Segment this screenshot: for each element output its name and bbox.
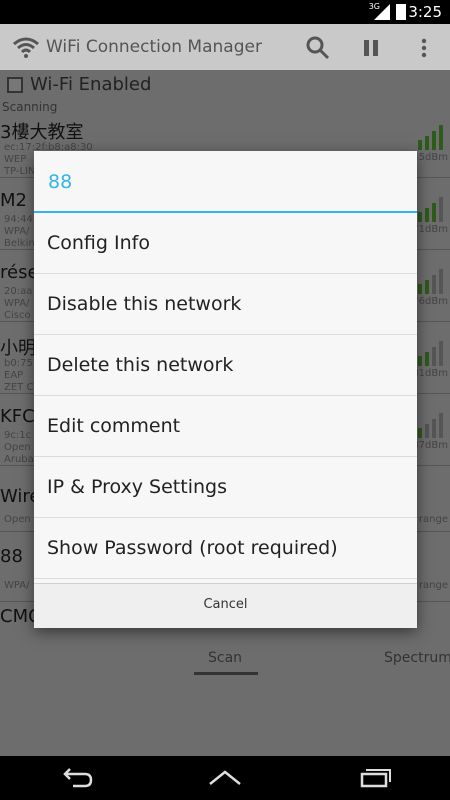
network-dbm: 45dBm [412,152,448,163]
network-vendor: Cisco [4,310,31,321]
app-title: WiFi Connection Manager [46,37,262,57]
signal-strength-icon [418,269,443,294]
bottom-tabs: Scan Spectrum [0,646,450,676]
network-dbm: 71dBm [412,224,448,235]
network-bssid: b0:75 [4,358,33,369]
network-ssid: M2 [0,190,27,211]
network-security: WPA/ [4,580,30,591]
wifi-enabled-label: Wi-Fi Enabled [30,74,152,95]
network-dbm: 87dBm [412,440,448,451]
network-vendor: TP-LIN [4,166,36,177]
signal-strength-icon [418,413,443,438]
battery-icon [396,4,406,20]
network-ssid: 小明 [0,338,36,359]
network-security: EAP [4,370,24,381]
cancel-button-label: Cancel [203,597,248,612]
tab-scan[interactable]: Scan [208,650,242,666]
network-ssid: KFC [0,406,35,427]
home-icon[interactable] [205,764,245,792]
menu-item-show-password[interactable]: Show Password (root required) [34,518,417,579]
menu-item-edit-comment[interactable]: Edit comment [34,396,417,457]
status-bar: 3G 3:25 [0,0,450,24]
tab-spectrum[interactable]: Spectrum [384,650,450,666]
network-bssid: 94:44 [4,214,33,225]
signal-strength-icon [418,125,443,150]
menu-item-ip-proxy-settings[interactable]: IP & Proxy Settings [34,457,417,518]
signal-strength-icon [418,341,443,366]
network-ssid: 3樓大教室 [0,122,84,143]
menu-item-label: Edit comment [47,415,181,437]
search-icon[interactable] [304,34,332,62]
pause-icon[interactable] [357,34,385,62]
status-time: 3:25 [408,3,442,21]
overflow-menu-icon[interactable] [410,34,438,62]
cancel-button[interactable]: Cancel [34,583,417,628]
network-ssid: 88 [0,546,23,567]
dialog-menu: Config Info Disable this network Delete … [34,213,417,579]
network-security: WPA/ [4,298,30,309]
network-vendor: Belkin [4,238,35,249]
tab-indicator [194,672,258,675]
network-security: Open [4,514,31,525]
network-options-dialog: 88 Config Info Disable this network Dele… [34,151,417,628]
network-dbm: range [418,514,448,525]
back-icon[interactable] [55,764,95,792]
network-security: Open [4,442,31,453]
network-dbm: 81dBm [412,368,448,379]
network-vendor: Aruba [4,454,34,465]
recent-apps-icon[interactable] [356,764,396,792]
menu-item-delete-network[interactable]: Delete this network [34,335,417,396]
navigation-bar [0,756,450,800]
signal-strength-icon [418,197,443,222]
action-bar: WiFi Connection Manager [0,24,450,70]
network-bssid: 20:aa [4,286,33,297]
menu-item-config-info[interactable]: Config Info [34,213,417,274]
wifi-icon [13,37,39,58]
menu-item-label: Delete this network [47,354,234,376]
menu-item-label: Config Info [47,232,150,254]
dialog-title: 88 [48,171,73,193]
menu-item-disable-network[interactable]: Disable this network [34,274,417,335]
network-dbm: range [418,580,448,591]
cell-signal-icon [374,4,390,20]
menu-item-label: IP & Proxy Settings [47,476,227,498]
menu-item-label: Show Password (root required) [47,537,338,559]
network-dbm: 76dBm [412,296,448,307]
network-security: WPA/ [4,226,30,237]
network-security: WEP [4,154,27,165]
scanning-label: Scanning [2,100,58,114]
network-ssid: rése [0,262,39,283]
wifi-enabled-checkbox[interactable] [7,77,23,93]
network-bssid: 9c:1c [4,430,32,441]
network-vendor: ZET C [4,382,34,393]
menu-item-label: Disable this network [47,293,242,315]
